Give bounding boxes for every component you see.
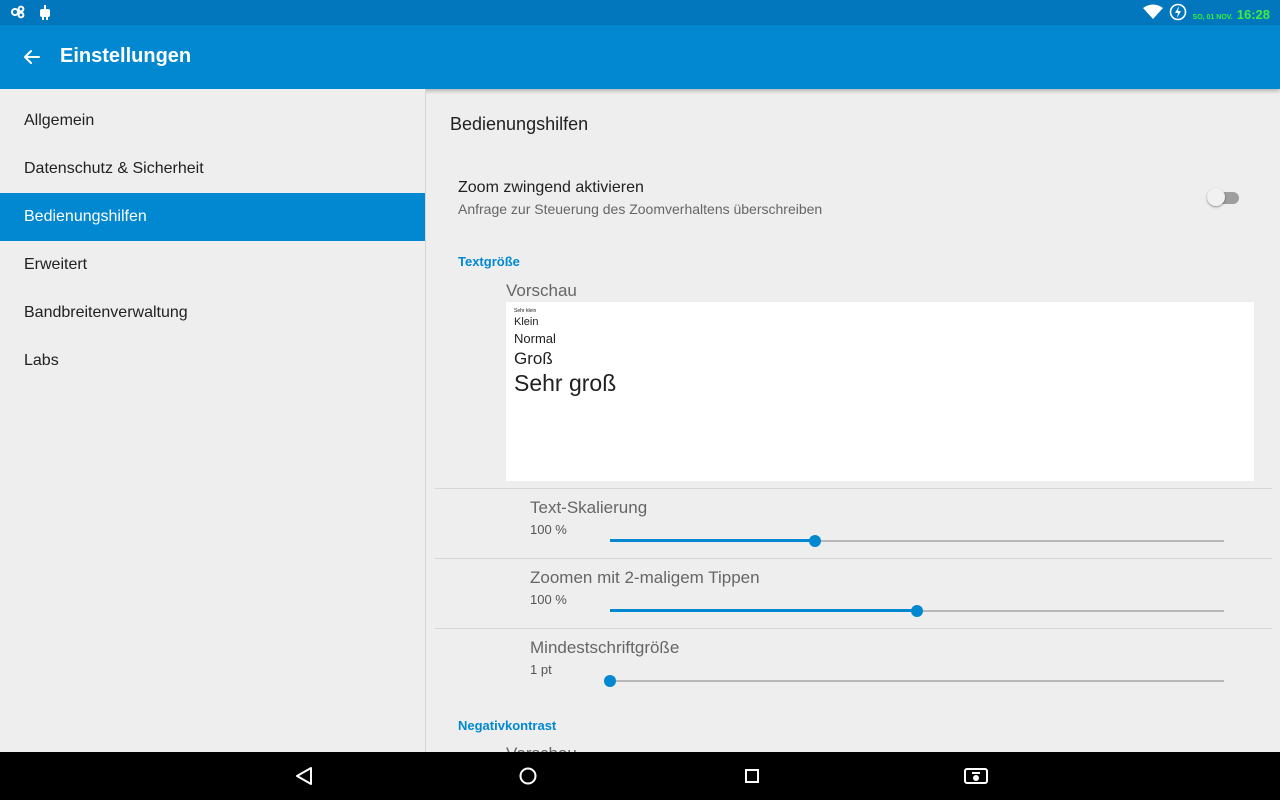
text-size-header: Textgröße [458, 254, 520, 269]
preview-line-large: Groß [514, 348, 553, 368]
app-bar: Einstellungen [0, 25, 1280, 89]
page-title: Bedienungshilfen [450, 114, 589, 134]
battery-charging-icon [1169, 3, 1187, 26]
text-scaling-setting: Text-Skalierung 100 % [530, 498, 1230, 558]
preview-label: Vorschau [506, 281, 577, 300]
sidebar-item-datenschutz[interactable]: Datenschutz & Sicherheit [0, 145, 425, 193]
nav-back-icon[interactable] [292, 764, 316, 788]
settings-sidebar: Allgemein Datenschutz & Sicherheit Bedie… [0, 89, 426, 752]
android-debug-icon [38, 4, 52, 25]
double-tap-zoom-setting: Zoomen mit 2-maligem Tippen 100 % [530, 568, 1230, 628]
divider [435, 488, 1272, 489]
wifi-icon [1142, 4, 1163, 25]
force-zoom-setting[interactable]: Zoom zwingend aktivieren Anfrage zur Ste… [458, 179, 1258, 217]
sidebar-item-bedienungshilfen[interactable]: Bedienungshilfen [0, 193, 425, 241]
accessibility-panel: Bedienungshilfen Zoom zwingend aktiviere… [427, 89, 1280, 752]
screenshot-icon[interactable] [963, 764, 988, 788]
status-date: SO, 01 NOV. [1192, 14, 1233, 21]
force-zoom-title: Zoom zwingend aktivieren [458, 179, 644, 196]
nav-home-icon[interactable] [516, 764, 540, 788]
sidebar-item-erweitert[interactable]: Erweitert [0, 241, 425, 289]
force-zoom-toggle[interactable] [1207, 188, 1239, 206]
app-title: Einstellungen [60, 45, 192, 67]
force-zoom-subtitle: Anfrage zur Steuerung des Zoomverhaltens… [458, 201, 823, 217]
slider-thumb[interactable] [911, 605, 923, 617]
link-icon [10, 4, 26, 25]
sidebar-item-bandbreitenverwaltung[interactable]: Bandbreitenverwaltung [0, 289, 425, 337]
nav-recents-icon[interactable] [740, 764, 764, 788]
divider [435, 558, 1272, 559]
sidebar-item-allgemein[interactable]: Allgemein [0, 97, 425, 145]
text-scaling-title: Text-Skalierung [530, 498, 648, 517]
inverted-contrast-preview-label: Vorschau [506, 744, 577, 752]
text-scaling-slider[interactable] [610, 535, 1224, 547]
preview-line-normal: Normal [514, 331, 556, 347]
divider [435, 628, 1272, 629]
slider-thumb[interactable] [809, 535, 822, 547]
sidebar-item-labs[interactable]: Labs [0, 337, 425, 385]
preview-line-very-large: Sehr groß [514, 370, 617, 397]
inverted-contrast-header: Negativkontrast [458, 718, 557, 733]
min-font-size-slider[interactable] [604, 675, 1224, 687]
min-font-size-setting: Mindestschriftgröße 1 pt [530, 638, 1230, 698]
back-arrow-icon[interactable] [18, 43, 46, 71]
double-tap-zoom-slider[interactable] [610, 605, 1224, 617]
text-size-preview: Sehr klein Klein Normal Groß Sehr groß [506, 302, 1254, 481]
preview-line-small: Klein [514, 316, 539, 328]
status-bar: SO, 01 NOV. 16:28 [0, 0, 1280, 25]
double-tap-zoom-title: Zoomen mit 2-maligem Tippen [530, 568, 760, 587]
min-font-size-title: Mindestschriftgröße [530, 638, 680, 657]
system-nav-bar [0, 752, 1280, 800]
status-clock: SO, 01 NOV. 16:28 [1193, 7, 1270, 22]
preview-line-very-small: Sehr klein [514, 308, 537, 314]
slider-thumb[interactable] [604, 675, 616, 687]
status-time: 16:28 [1236, 7, 1270, 22]
